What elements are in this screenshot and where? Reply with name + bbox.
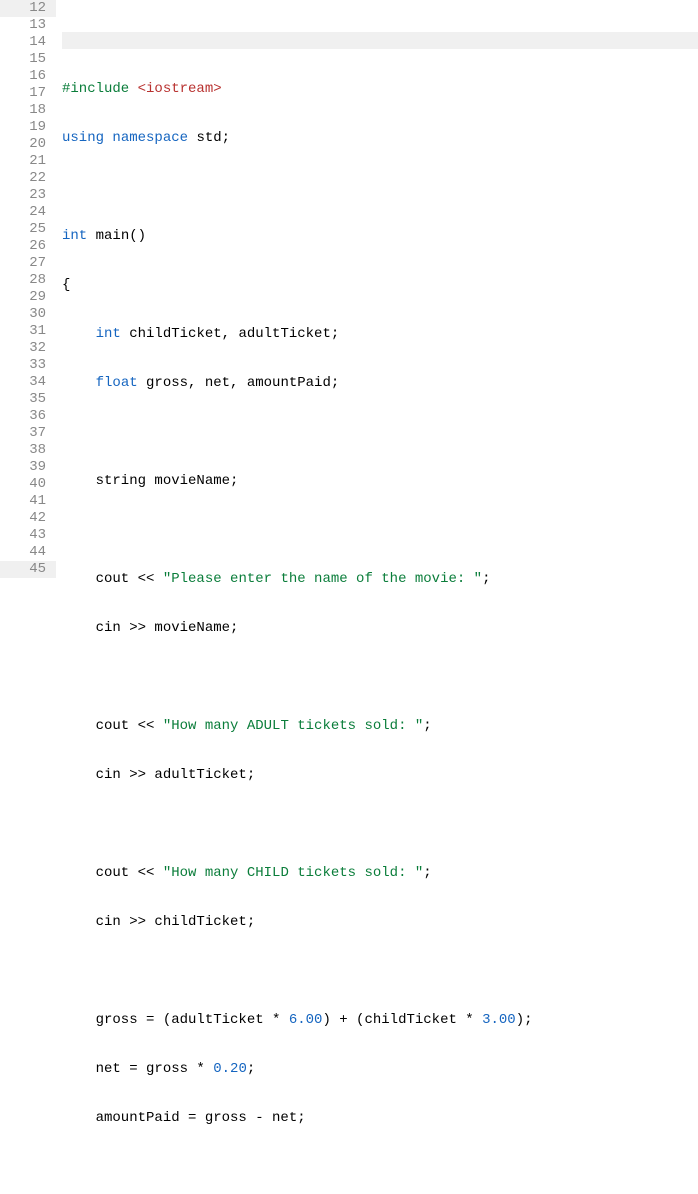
code-line [62,963,698,980]
string-token: "Please enter the name of the movie: " [163,571,482,587]
number-token: 0.20 [213,1061,247,1077]
code-line [62,32,698,49]
line-number: 22 [0,170,56,187]
line-number: 32 [0,340,56,357]
line-number: 25 [0,221,56,238]
code-line: #include <iostream> [62,81,698,98]
code-line: cin >> adultTicket; [62,767,698,784]
line-number: 38 [0,442,56,459]
code-line: int childTicket, adultTicket; [62,326,698,343]
code-line [62,424,698,441]
line-number: 43 [0,527,56,544]
line-number: 19 [0,119,56,136]
code-line: cout << "How many ADULT tickets sold: "; [62,718,698,735]
code-line: amountPaid = gross - net; [62,1110,698,1127]
line-number: 36 [0,408,56,425]
type-token: int [96,326,121,342]
line-number: 17 [0,85,56,102]
code-line: gross = (adultTicket * 6.00) + (childTic… [62,1012,698,1029]
line-number: 42 [0,510,56,527]
line-number: 12 [0,0,56,17]
line-number: 23 [0,187,56,204]
code-line: { [62,277,698,294]
line-number: 14 [0,34,56,51]
line-number: 39 [0,459,56,476]
line-number: 16 [0,68,56,85]
include-path-token: <iostream> [138,81,222,97]
line-number: 21 [0,153,56,170]
code-line [62,816,698,833]
code-line [62,179,698,196]
line-number: 34 [0,374,56,391]
number-token: 3.00 [482,1012,516,1028]
preprocessor-token: #include [62,81,138,97]
line-number: 45 [0,561,56,578]
number-token: 6.00 [289,1012,323,1028]
line-number: 44 [0,544,56,561]
line-number: 37 [0,425,56,442]
line-number: 18 [0,102,56,119]
code-line: cout << "Please enter the name of the mo… [62,571,698,588]
code-line: float gross, net, amountPaid; [62,375,698,392]
code-line: cin >> childTicket; [62,914,698,931]
code-line [62,669,698,686]
string-token: "How many ADULT tickets sold: " [163,718,423,734]
line-number: 40 [0,476,56,493]
code-area[interactable]: #include <iostream> using namespace std;… [56,0,698,1194]
code-line: int main() [62,228,698,245]
type-token: float [96,375,138,391]
code-line: string movieName; [62,473,698,490]
line-number: 24 [0,204,56,221]
line-number: 13 [0,17,56,34]
code-line: cin >> movieName; [62,620,698,637]
code-editor: 12 13 14 15 16 17 18 19 20 21 22 23 24 2… [0,0,698,1194]
line-number: 30 [0,306,56,323]
line-number: 26 [0,238,56,255]
code-line: cout << "How many CHILD tickets sold: "; [62,865,698,882]
line-number: 20 [0,136,56,153]
line-number: 41 [0,493,56,510]
line-number: 33 [0,357,56,374]
code-line [62,1159,698,1176]
string-token: "How many CHILD tickets sold: " [163,865,423,881]
line-number: 27 [0,255,56,272]
keyword-token: namespace [112,130,188,146]
line-number: 35 [0,391,56,408]
line-number: 29 [0,289,56,306]
code-line: net = gross * 0.20; [62,1061,698,1078]
line-number: 28 [0,272,56,289]
code-line: using namespace std; [62,130,698,147]
line-number-gutter: 12 13 14 15 16 17 18 19 20 21 22 23 24 2… [0,0,56,1194]
code-line [62,522,698,539]
line-number: 31 [0,323,56,340]
line-number: 15 [0,51,56,68]
type-token: int [62,228,87,244]
keyword-token: using [62,130,104,146]
